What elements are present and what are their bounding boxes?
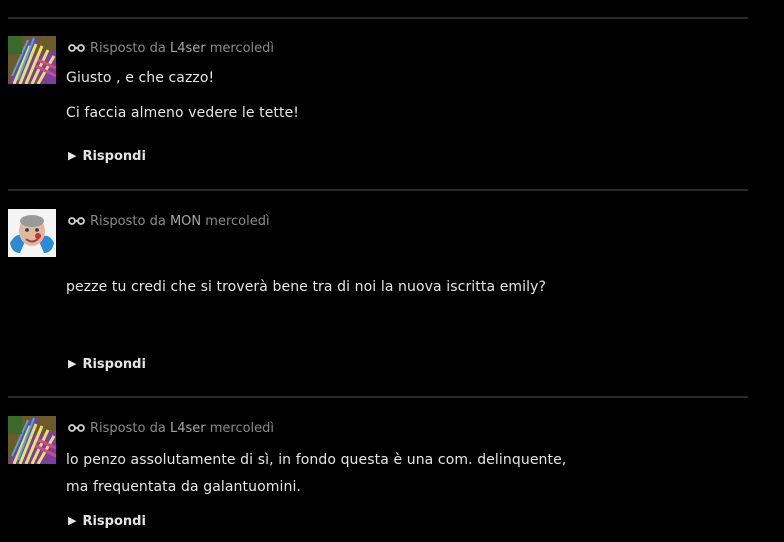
comment-text: Ci faccia almeno vedere le tette! <box>66 105 300 121</box>
comment-day: mercoledì <box>205 214 270 229</box>
triangle-right-icon: ▶ <box>68 149 77 162</box>
divider <box>8 17 748 19</box>
link-icon <box>68 214 85 229</box>
triangle-right-icon: ▶ <box>68 514 77 527</box>
comment-meta: Risposto da MON mercoledì <box>68 214 270 229</box>
link-icon <box>68 421 85 436</box>
reply-label: Rispondi <box>82 357 146 372</box>
divider <box>8 189 748 191</box>
avatar[interactable] <box>8 36 56 84</box>
meta-prefix: Risposto da <box>90 214 166 229</box>
divider <box>8 396 748 398</box>
zebra-avatar-icon <box>8 416 56 464</box>
comment-text: lo penzo assolutamente di sì, in fondo q… <box>66 452 567 468</box>
comment-meta: Risposto da L4ser mercoledì <box>68 41 274 56</box>
face-avatar-icon <box>8 209 56 257</box>
author-name[interactable]: L4ser <box>170 41 206 56</box>
reply-label: Rispondi <box>82 149 146 164</box>
comment-text: pezze tu credi che si troverà bene tra d… <box>66 279 547 295</box>
zebra-avatar-icon <box>8 36 56 84</box>
reply-button[interactable]: ▶ Rispondi <box>68 514 146 529</box>
reply-label: Rispondi <box>82 514 146 529</box>
comment-thread: Risposto da L4ser mercoledì Giusto , e c… <box>0 0 784 542</box>
comment-meta: Risposto da L4ser mercoledì <box>68 421 274 436</box>
avatar[interactable] <box>8 416 56 464</box>
reply-button[interactable]: ▶ Rispondi <box>68 357 146 372</box>
comment-day: mercoledì <box>209 421 275 436</box>
link-icon <box>68 41 85 56</box>
comment-text: Giusto , e che cazzo! <box>66 70 215 86</box>
author-name[interactable]: L4ser <box>170 421 206 436</box>
comment-day: mercoledì <box>209 41 275 56</box>
triangle-right-icon: ▶ <box>68 357 77 370</box>
comment-text: ma frequentata da galantuomini. <box>66 479 301 495</box>
meta-prefix: Risposto da <box>90 41 166 56</box>
meta-prefix: Risposto da <box>90 421 166 436</box>
avatar[interactable] <box>8 209 56 257</box>
reply-button[interactable]: ▶ Rispondi <box>68 149 146 164</box>
author-name[interactable]: MON <box>170 214 201 229</box>
